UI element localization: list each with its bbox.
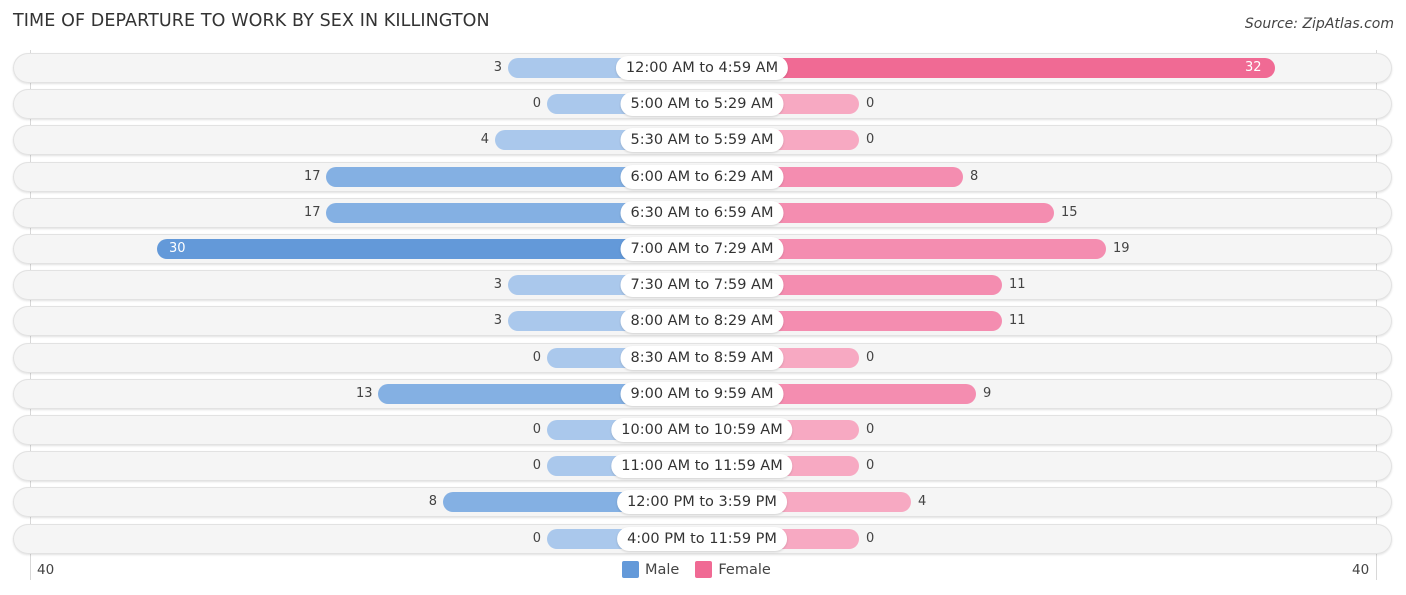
- value-label-female: 9: [983, 385, 992, 401]
- value-label-female: 0: [866, 458, 875, 474]
- axis-label-left: 40: [37, 562, 55, 578]
- value-label-male: 3: [493, 313, 502, 329]
- category-label: 8:00 AM to 8:29 AM: [620, 309, 784, 334]
- legend-item-female[interactable]: Female: [695, 561, 771, 578]
- value-label-female: 11: [1009, 313, 1026, 329]
- value-label-male: 0: [532, 96, 541, 112]
- value-label-female: 15: [1061, 204, 1078, 220]
- category-label: 4:00 PM to 11:59 PM: [617, 526, 787, 551]
- legend-swatch-female: [695, 561, 713, 578]
- value-label-female: 0: [866, 422, 875, 437]
- legend-label-male: Male: [645, 561, 680, 578]
- chart-area: 3 32 12:00 AM to 4:59 AM 0 0 5:00 AM to 5:29 …: [0, 0, 1406, 595]
- value-label-male: 17: [304, 204, 321, 220]
- category-label: 11:00 AM to 11:59 AM: [611, 454, 793, 479]
- category-label: 6:30 AM to 6:59 AM: [620, 200, 784, 225]
- category-label: 12:00 AM to 4:59 AM: [615, 56, 789, 80]
- value-label-female: 0: [866, 132, 875, 148]
- legend-item-male[interactable]: Male: [622, 561, 679, 578]
- legend-label-female: Female: [718, 561, 771, 578]
- value-label-male: 8: [428, 494, 437, 510]
- category-label: 6:00 AM to 6:29 AM: [620, 164, 784, 189]
- category-label: 7:00 AM to 7:29 AM: [620, 237, 784, 261]
- category-label: 12:00 PM to 3:59 PM: [617, 490, 787, 515]
- value-label-male: 3: [493, 60, 502, 75]
- value-label-male: 0: [532, 422, 541, 437]
- value-label-male: 3: [493, 277, 502, 293]
- value-label-male: 0: [532, 458, 541, 474]
- legend: Male Female: [622, 561, 781, 578]
- category-label: 5:00 AM to 5:29 AM: [620, 92, 784, 117]
- value-label-female: 19: [1113, 241, 1130, 256]
- value-label-male: 0: [532, 349, 541, 365]
- value-label-female: 32: [1245, 60, 1262, 75]
- value-label-female: 0: [866, 530, 875, 546]
- category-label: 5:30 AM to 5:59 AM: [620, 128, 784, 153]
- value-label-male: 30: [169, 241, 186, 256]
- value-label-female: 4: [918, 494, 927, 510]
- bar-female[interactable]: [703, 58, 1275, 78]
- value-label-female: 8: [970, 168, 979, 184]
- value-label-male: 4: [480, 132, 489, 148]
- value-label-male: 13: [356, 385, 373, 401]
- category-label: 8:30 AM to 8:59 AM: [620, 345, 784, 370]
- value-label-female: 11: [1009, 277, 1026, 293]
- value-label-female: 0: [866, 96, 875, 112]
- axis-label-right: 40: [1352, 562, 1370, 578]
- value-label-male: 0: [532, 530, 541, 546]
- category-label: 9:00 AM to 9:59 AM: [620, 381, 784, 406]
- value-label-male: 17: [304, 168, 321, 184]
- value-label-female: 0: [866, 349, 875, 365]
- category-label: 10:00 AM to 10:59 AM: [611, 418, 793, 442]
- category-label: 7:30 AM to 7:59 AM: [620, 273, 784, 298]
- legend-swatch-male: [622, 561, 639, 578]
